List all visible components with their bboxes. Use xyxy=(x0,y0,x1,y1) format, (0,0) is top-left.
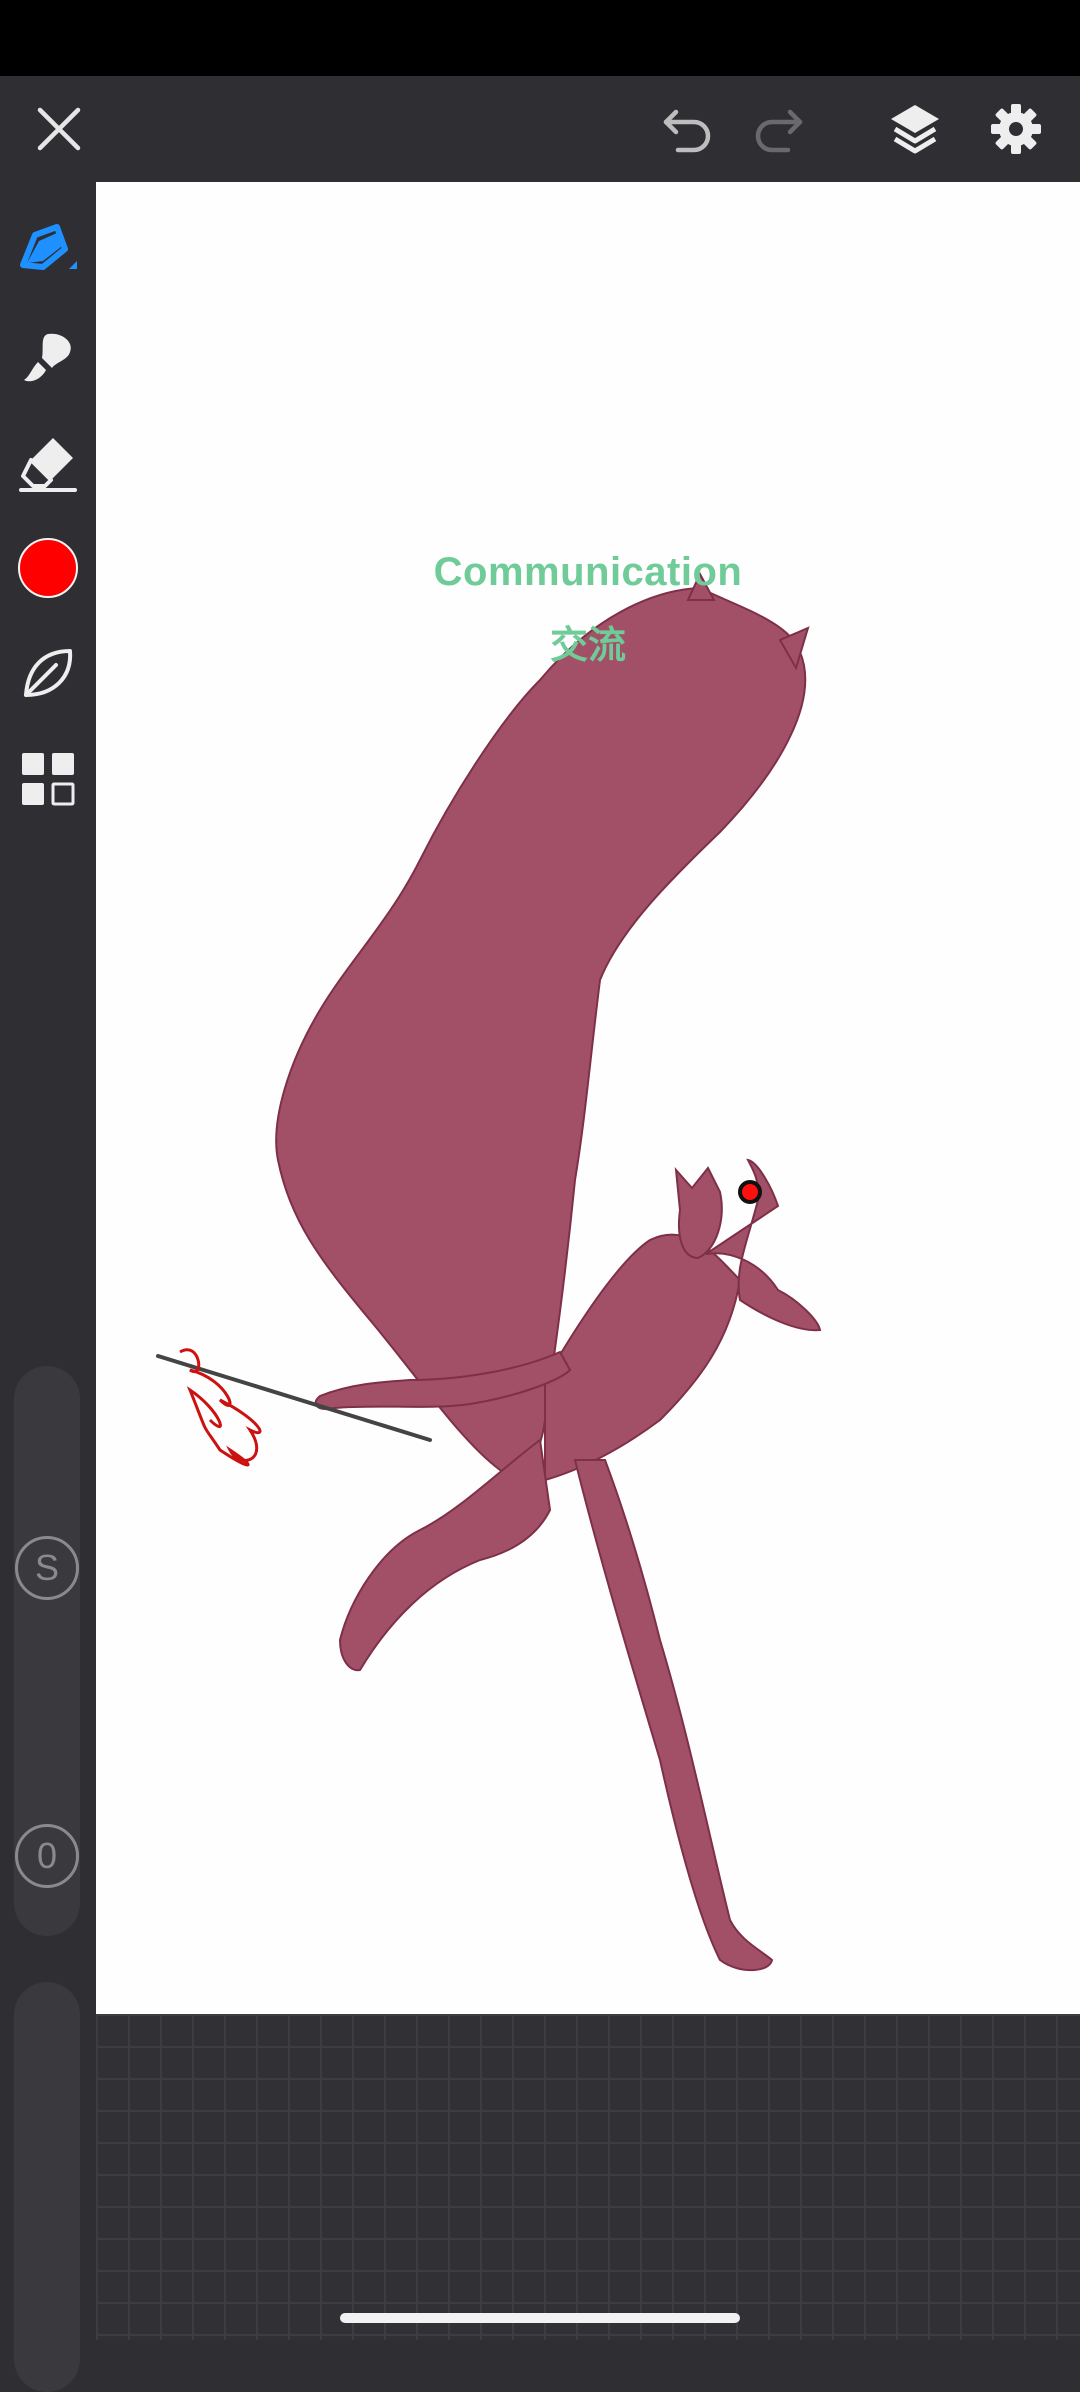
brush-shape-tool[interactable] xyxy=(8,633,88,713)
grid-icon xyxy=(22,753,75,806)
leaf-icon xyxy=(24,649,73,697)
drawing-canvas[interactable]: Communication 交流 xyxy=(96,182,1080,2014)
figure-torso xyxy=(544,1233,742,1482)
redo-icon xyxy=(755,109,803,153)
color-swatch-button[interactable] xyxy=(8,528,88,608)
brush-size-knob[interactable]: S xyxy=(15,1536,79,1600)
canvas-title-text: Communication xyxy=(433,550,743,594)
drawing-artwork xyxy=(156,571,822,1972)
color-swatch xyxy=(18,538,78,598)
status-bar xyxy=(0,0,1080,76)
opacity-slider-label: 0 xyxy=(36,1835,58,1876)
redo-button[interactable] xyxy=(733,76,823,182)
top-toolbar xyxy=(0,76,1080,182)
close-button[interactable] xyxy=(14,76,104,182)
layers-icon xyxy=(891,105,939,154)
held-red-ball xyxy=(738,1180,762,1204)
undo-button[interactable] xyxy=(643,76,733,182)
figure-head xyxy=(674,1166,723,1260)
eraser-tool[interactable] xyxy=(8,423,88,503)
gear-icon xyxy=(991,104,1041,154)
home-indicator[interactable] xyxy=(340,2313,740,2323)
workspace-grid-background xyxy=(96,2014,1080,2340)
size-slider-label: S xyxy=(34,1547,59,1588)
lower-tail xyxy=(338,1438,552,1672)
assets-tool[interactable] xyxy=(8,739,88,819)
pen-icon xyxy=(20,224,77,270)
canvas-subtitle-text: 交流 xyxy=(549,625,626,667)
pen-tool[interactable] xyxy=(8,212,88,292)
settings-button[interactable] xyxy=(971,76,1061,182)
smudge-tool[interactable] xyxy=(8,318,88,398)
undo-icon xyxy=(663,109,711,153)
smudge-icon xyxy=(24,333,71,382)
eraser-icon xyxy=(19,438,77,492)
close-icon xyxy=(37,107,81,151)
opacity-slider[interactable] xyxy=(14,1982,80,2392)
tool-sidebar: S 0 xyxy=(0,182,96,2392)
figure-leg xyxy=(573,1459,774,1972)
figure-body xyxy=(275,586,807,1474)
layers-button[interactable] xyxy=(870,76,960,182)
opacity-knob[interactable]: 0 xyxy=(15,1824,79,1888)
